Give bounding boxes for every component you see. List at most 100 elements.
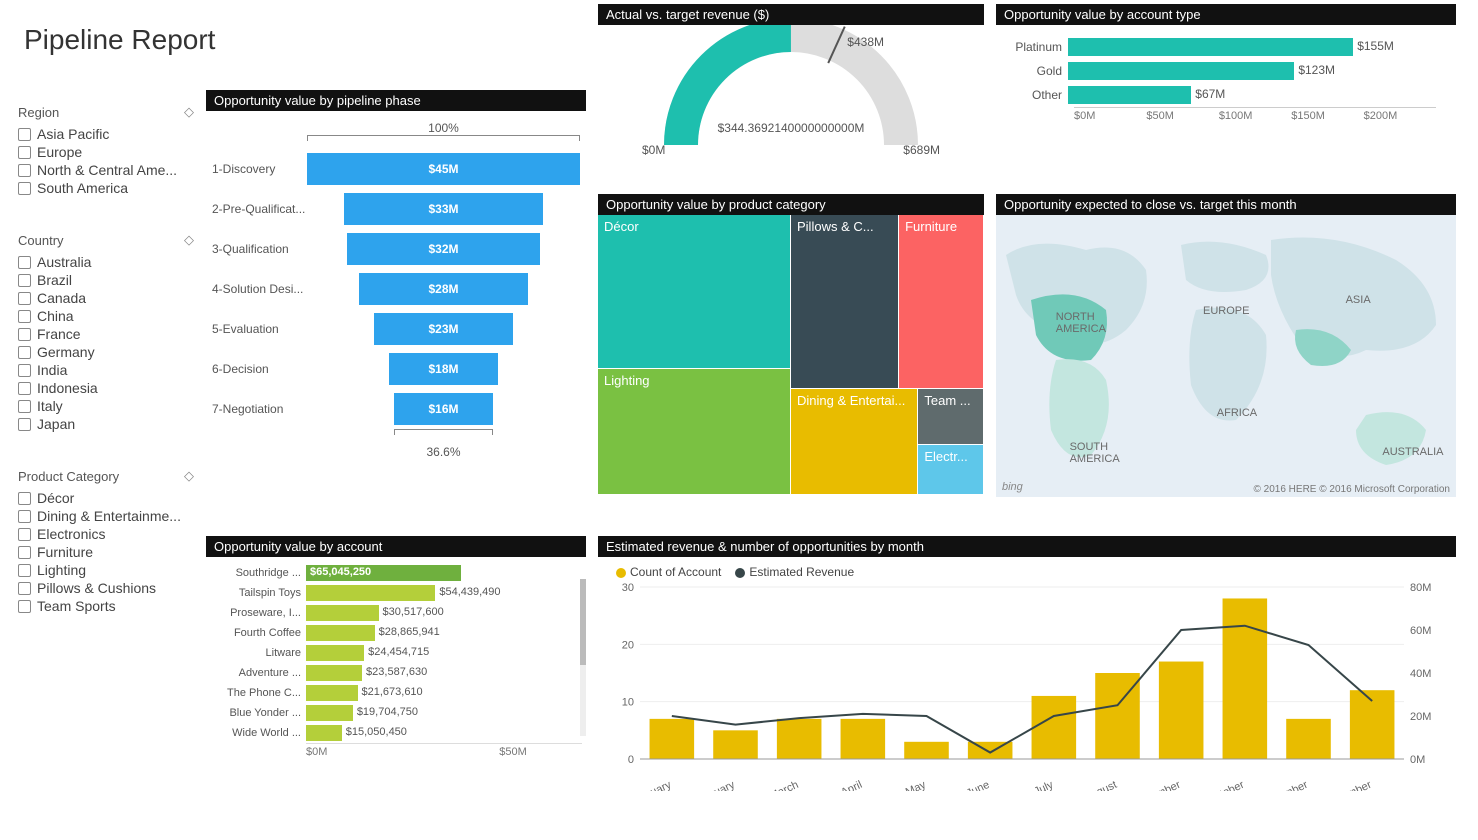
svg-text:30: 30 (622, 582, 634, 594)
scrollbar[interactable] (580, 579, 586, 736)
combo-title: Estimated revenue & number of opportunit… (598, 536, 1456, 557)
legend-revenue: Estimated Revenue (749, 565, 854, 579)
account-bar-row[interactable]: Southridge ...$65,045,250 (210, 563, 582, 583)
checkbox-icon[interactable] (18, 328, 31, 341)
svg-text:0: 0 (628, 754, 634, 766)
treemap-title: Opportunity value by product category (598, 194, 984, 215)
checkbox-icon[interactable] (18, 146, 31, 159)
slicer-item[interactable]: Italy (18, 398, 194, 414)
treemap-cell[interactable]: Electr... (918, 445, 983, 494)
funnel-row[interactable]: 7-Negotiation$16M (212, 389, 580, 429)
slicer-item[interactable]: India (18, 362, 194, 378)
checkbox-icon[interactable] (18, 582, 31, 595)
account-bar-row[interactable]: Proseware, I...$30,517,600 (210, 603, 582, 623)
slicer-item[interactable]: Brazil (18, 272, 194, 288)
eraser-icon[interactable]: ◇ (184, 104, 194, 120)
slicer-item[interactable]: Germany (18, 344, 194, 360)
account-bar-row[interactable]: Blue Yonder ...$19,704,750 (210, 703, 582, 723)
combo-legend: Count of Account Estimated Revenue (616, 565, 1448, 579)
slicer-country: Country ◇ AustraliaBrazilCanadaChinaFran… (18, 232, 194, 432)
hbar-row[interactable]: Gold$123M (1006, 59, 1436, 83)
slicer-product-category: Product Category ◇ DécorDining & Enterta… (18, 468, 194, 614)
slicer-item[interactable]: Australia (18, 254, 194, 270)
funnel-row[interactable]: 4-Solution Desi...$28M (212, 269, 580, 309)
slicer-item[interactable]: Asia Pacific (18, 126, 194, 142)
checkbox-icon[interactable] (18, 164, 31, 177)
slicer-item[interactable]: Electronics (18, 526, 194, 542)
gauge-max: $689M (903, 143, 940, 157)
eraser-icon[interactable]: ◇ (184, 232, 194, 248)
slicer-item[interactable]: France (18, 326, 194, 342)
chart-account-type[interactable]: Opportunity value by account type Platin… (996, 4, 1456, 126)
account-bar-row[interactable]: The Phone C...$21,673,610 (210, 683, 582, 703)
slicer-item[interactable]: Décor (18, 490, 194, 506)
funnel-row[interactable]: 2-Pre-Qualificat...$33M (212, 189, 580, 229)
gauge-min: $0M (642, 143, 665, 157)
chart-map[interactable]: Opportunity expected to close vs. target… (996, 194, 1456, 496)
funnel-bottom-pct: 36.6% (394, 445, 494, 459)
account-bar-row[interactable]: Fourth Coffee$28,865,941 (210, 623, 582, 643)
treemap-cell[interactable]: Pillows & C... (791, 215, 898, 388)
checkbox-icon[interactable] (18, 274, 31, 287)
svg-text:20: 20 (622, 639, 634, 651)
treemap-cell[interactable]: Team ... (918, 389, 983, 444)
chart-account-bar[interactable]: Opportunity value by account Southridge … (206, 536, 586, 804)
map-region-label: AFRICA (1217, 407, 1257, 419)
checkbox-icon[interactable] (18, 600, 31, 613)
account-bar-row[interactable]: Litware$24,454,715 (210, 643, 582, 663)
svg-text:October: October (1206, 779, 1247, 791)
bing-logo: bing (1002, 481, 1023, 493)
funnel-row[interactable]: 1-Discovery$45M (212, 149, 580, 189)
treemap-cell[interactable]: Décor (598, 215, 790, 368)
checkbox-icon[interactable] (18, 128, 31, 141)
funnel-row[interactable]: 3-Qualification$32M (212, 229, 580, 269)
svg-text:20M: 20M (1410, 711, 1431, 723)
funnel-row[interactable]: 6-Decision$18M (212, 349, 580, 389)
slicer-item[interactable]: North & Central Ame... (18, 162, 194, 178)
checkbox-icon[interactable] (18, 528, 31, 541)
checkbox-icon[interactable] (18, 546, 31, 559)
svg-text:February: February (692, 779, 737, 791)
hbar-row[interactable]: Other$67M (1006, 83, 1436, 107)
checkbox-icon[interactable] (18, 510, 31, 523)
slicer-item[interactable]: Japan (18, 416, 194, 432)
checkbox-icon[interactable] (18, 564, 31, 577)
chart-treemap[interactable]: Opportunity value by product category Dé… (598, 194, 984, 496)
checkbox-icon[interactable] (18, 292, 31, 305)
account-bar-row[interactable]: Tailspin Toys$54,439,490 (210, 583, 582, 603)
slicer-item[interactable]: Dining & Entertainme... (18, 508, 194, 524)
checkbox-icon[interactable] (18, 256, 31, 269)
treemap-cell[interactable]: Dining & Entertai... (791, 389, 917, 494)
account-bar-row[interactable]: Adventure ...$23,587,630 (210, 663, 582, 683)
slicer-item[interactable]: Team Sports (18, 598, 194, 614)
slicer-item[interactable]: Indonesia (18, 380, 194, 396)
slicer-item[interactable]: Pillows & Cushions (18, 580, 194, 596)
slicer-item[interactable]: Furniture (18, 544, 194, 560)
slicer-item[interactable]: Europe (18, 144, 194, 160)
treemap-cell[interactable]: Furniture (899, 215, 983, 388)
svg-text:40M: 40M (1410, 668, 1431, 680)
svg-text:September: September (1129, 779, 1183, 791)
account-bar-row[interactable]: Wide World ...$15,050,450 (210, 723, 582, 743)
checkbox-icon[interactable] (18, 182, 31, 195)
checkbox-icon[interactable] (18, 364, 31, 377)
chart-gauge[interactable]: Actual vs. target revenue ($) $0M $689M … (598, 4, 984, 184)
treemap-cell[interactable]: Lighting (598, 369, 790, 494)
chart-combo[interactable]: Estimated revenue & number of opportunit… (598, 536, 1456, 804)
checkbox-icon[interactable] (18, 492, 31, 505)
funnel-row[interactable]: 5-Evaluation$23M (212, 309, 580, 349)
checkbox-icon[interactable] (18, 382, 31, 395)
hbar-row[interactable]: Platinum$155M (1006, 35, 1436, 59)
slicer-item[interactable]: China (18, 308, 194, 324)
checkbox-icon[interactable] (18, 418, 31, 431)
map-region-label: ASIA (1346, 294, 1371, 306)
slicer-item[interactable]: Canada (18, 290, 194, 306)
checkbox-icon[interactable] (18, 346, 31, 359)
slicer-item[interactable]: Lighting (18, 562, 194, 578)
eraser-icon[interactable]: ◇ (184, 468, 194, 484)
slicer-item[interactable]: South America (18, 180, 194, 196)
chart-funnel[interactable]: Opportunity value by pipeline phase 100%… (206, 90, 586, 459)
checkbox-icon[interactable] (18, 310, 31, 323)
checkbox-icon[interactable] (18, 400, 31, 413)
funnel-top-pct: 100% (307, 121, 580, 135)
